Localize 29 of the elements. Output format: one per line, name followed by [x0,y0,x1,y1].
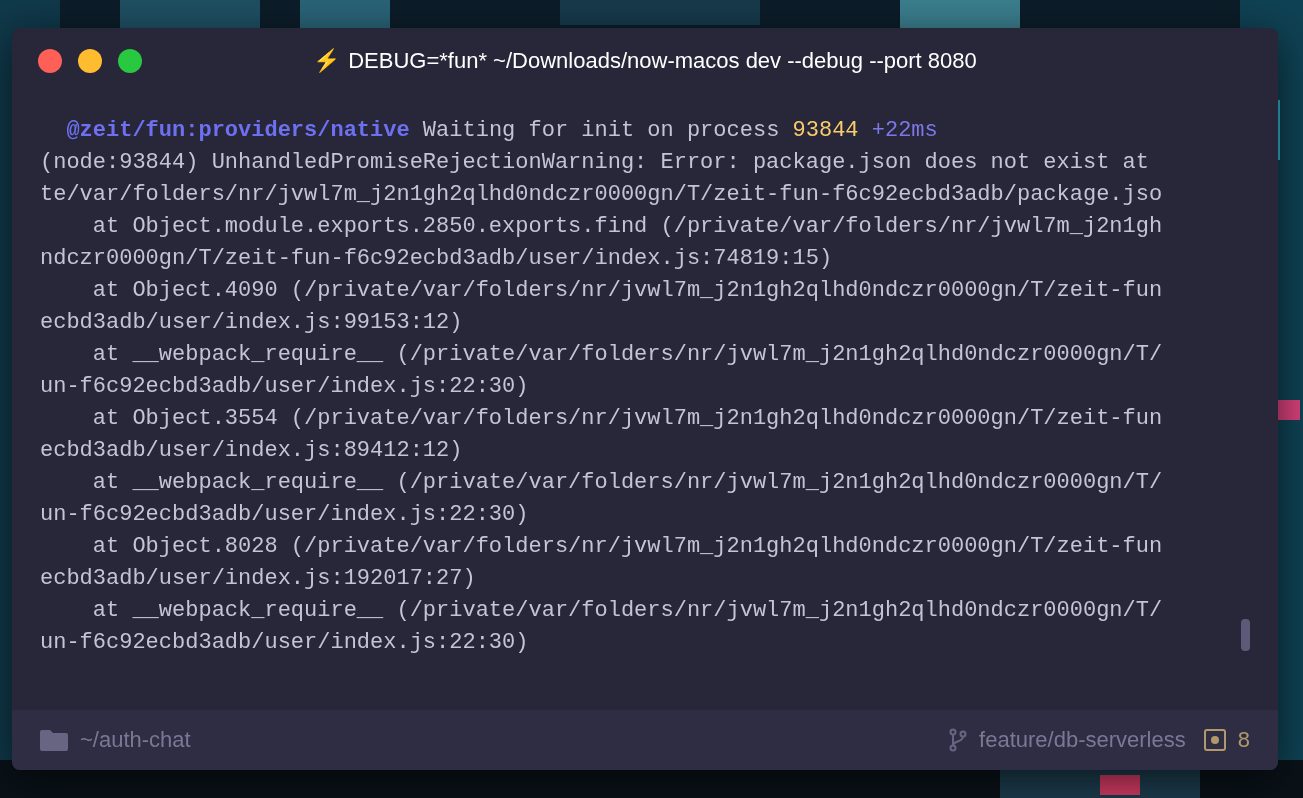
terminal-line: un-f6c92ecbd3adb/user/index.js:22:30) [40,629,529,657]
terminal-line: at __webpack_require__ (/private/var/folders/nr/jvwl7m_j2n1gh2qlhd0ndczr0000gn/T/ [91,597,1163,625]
minimize-button[interactable] [78,49,102,73]
terminal-line: te/var/folders/nr/jvwl7m_j2n1gh2qlhd0ndczr0000gn/T/zeit-fun-f6c92ecbd3adb/package.jso [40,181,1163,209]
terminal-line: at __webpack_require__ (/private/var/folders/nr/jvwl7m_j2n1gh2qlhd0ndczr0000gn/T/ [91,341,1163,369]
terminal-line: un-f6c92ecbd3adb/user/index.js:22:30) [40,373,529,401]
zoom-button[interactable] [118,49,142,73]
terminal-line: ndczr0000gn/T/zeit-fun-f6c92ecbd3adb/user/index.js:74819:15) [40,245,833,273]
terminal-line: ecbd3adb/user/index.js:89412:12) [40,437,463,465]
terminal-line: at Object.module.exports.2850.exports.find (/private/var/folders/nr/jvwl7m_j2n1gh [91,213,1163,241]
window-title: DEBUG=*fun* ~/Downloads/now-macos dev --debug --port 8080 [348,48,977,74]
changes-count: 8 [1237,727,1250,753]
terminal-line: ecbd3adb/user/index.js:192017:27) [40,565,476,593]
close-button[interactable] [38,49,62,73]
lightning-icon: ⚡ [313,48,341,74]
terminal-line: at Object.8028 (/private/var/folders/nr/jvwl7m_j2n1gh2qlhd0ndczr0000gn/T/zeit-fun [91,533,1163,561]
terminal-line: at __webpack_require__ (/private/var/folders/nr/jvwl7m_j2n1gh2qlhd0ndczr0000gn/T/ [91,469,1163,497]
directory-label: ~/auth-chat [80,727,191,753]
terminal-line: @zeit/fun:providers/native Waiting for init on process 93844 +22ms [65,117,938,145]
terminal-line: (node:93844) UnhandledPromiseRejectionWarning: Error: package.json does not exist at [40,149,1149,177]
changes-icon [1203,729,1226,751]
scrollbar-thumb[interactable] [1241,619,1250,651]
terminal-line: ecbd3adb/user/index.js:99153:12) [40,309,463,337]
terminal-line: un-f6c92ecbd3adb/user/index.js:22:30) [40,501,529,529]
terminal-line: at Object.3554 (/private/var/folders/nr/jvwl7m_j2n1gh2qlhd0ndczr0000gn/T/zeit-fun [91,405,1163,433]
folder-icon [40,729,68,751]
terminal-line: at Object.4090 (/private/var/folders/nr/jvwl7m_j2n1gh2qlhd0ndczr0000gn/T/zeit-fun [91,277,1163,305]
branch-icon [949,728,968,752]
branch-label: feature/db-serverless [979,727,1186,753]
